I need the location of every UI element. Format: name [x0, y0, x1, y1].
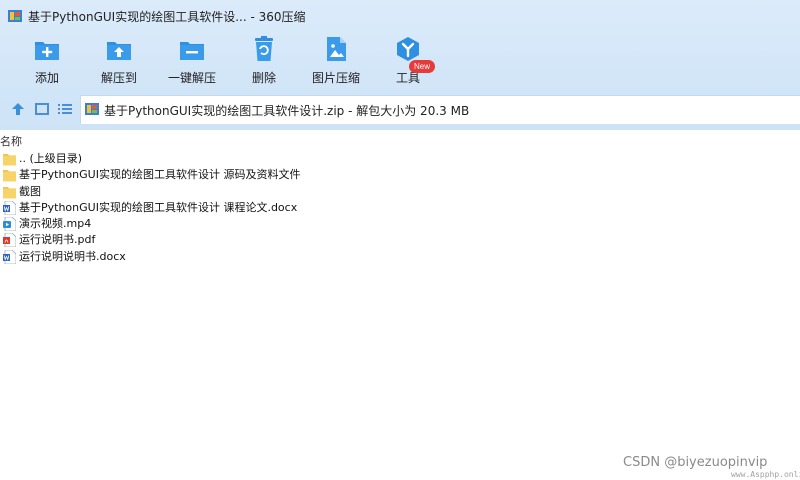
file-name: 截图 — [19, 184, 41, 198]
image-compress-button[interactable]: 图片压缩 — [301, 32, 371, 94]
file-name: 基于PythonGUI实现的绘图工具软件设计 课程论文.docx — [19, 200, 298, 214]
list-item[interactable]: 演示视频.mp4 — [0, 216, 800, 232]
window-title: 基于PythonGUI实现的绘图工具软件设... - 360压缩 — [28, 10, 306, 24]
file-name: 基于PythonGUI实现的绘图工具软件设计 源码及资料文件 — [19, 168, 301, 182]
file-name: 运行说明说明书.docx — [19, 249, 126, 263]
site-watermark: www.Aspphp.online — [731, 470, 800, 479]
list-item[interactable]: 运行说明说明书.docx — [0, 249, 800, 265]
one-click-extract-button[interactable]: 一键解压 — [157, 32, 227, 94]
path-text: 基于PythonGUI实现的绘图工具软件设计.zip - 解包大小为 20.3 … — [104, 104, 470, 118]
file-name: .. (上级目录) — [19, 152, 83, 165]
extract-to-label: 解压到 — [100, 71, 137, 85]
one-click-extract-icon — [180, 42, 204, 60]
list-item[interactable]: .. (上级目录) — [0, 151, 800, 167]
file-name: 运行说明书.pdf — [19, 233, 96, 247]
up-arrow-icon[interactable] — [10, 101, 26, 117]
video-file-icon — [3, 217, 16, 232]
file-name: 演示视频.mp4 — [19, 217, 92, 231]
word-document-icon — [3, 249, 16, 264]
column-header-name[interactable]: 名称 — [0, 133, 22, 149]
toolbar: 添加 解压到 一键解压 删除 图片压缩 工具 New — [0, 32, 800, 94]
extract-to-icon — [107, 42, 131, 60]
folder-icon — [3, 186, 16, 199]
path-bar[interactable]: 基于PythonGUI实现的绘图工具软件设计.zip - 解包大小为 20.3 … — [80, 95, 800, 124]
image-compress-icon — [327, 37, 346, 61]
pdf-file-icon — [3, 233, 16, 248]
word-document-icon — [3, 200, 16, 215]
extract-to-button[interactable]: 解压到 — [84, 32, 154, 94]
list-item[interactable]: 基于PythonGUI实现的绘图工具软件设计 课程论文.docx — [0, 200, 800, 216]
delete-icon — [255, 36, 273, 61]
folder-icon — [3, 170, 16, 182]
title-bar: 基于PythonGUI实现的绘图工具软件设... - 360压缩 — [0, 0, 800, 32]
one-click-extract-label: 一键解压 — [167, 71, 216, 85]
watermark: CSDN @biyezuopinvip — [623, 455, 768, 470]
thumbnail-view-icon[interactable] — [34, 101, 50, 117]
archive-app-icon — [8, 10, 22, 22]
add-label: 添加 — [34, 71, 59, 85]
delete-label: 删除 — [251, 71, 276, 85]
file-list: .. (上级目录) 基于PythonGUI实现的绘图工具软件设计 源码及资料文件… — [0, 151, 800, 265]
top-panel: 基于PythonGUI实现的绘图工具软件设... - 360压缩 添加 解压到 — [0, 0, 800, 130]
folder-icon — [3, 154, 16, 166]
list-item[interactable]: 运行说明书.pdf — [0, 232, 800, 248]
add-button[interactable]: 添加 — [12, 32, 82, 94]
new-badge: New — [409, 60, 435, 73]
delete-button[interactable]: 删除 — [229, 32, 299, 94]
add-icon — [35, 42, 59, 60]
image-compress-label: 图片压缩 — [311, 71, 360, 85]
list-item[interactable]: 基于PythonGUI实现的绘图工具软件设计 源码及资料文件 — [0, 167, 800, 183]
list-view-icon[interactable] — [57, 101, 73, 117]
tools-icon — [397, 37, 419, 61]
archive-icon — [85, 103, 99, 115]
list-item[interactable]: 截图 — [0, 184, 800, 200]
